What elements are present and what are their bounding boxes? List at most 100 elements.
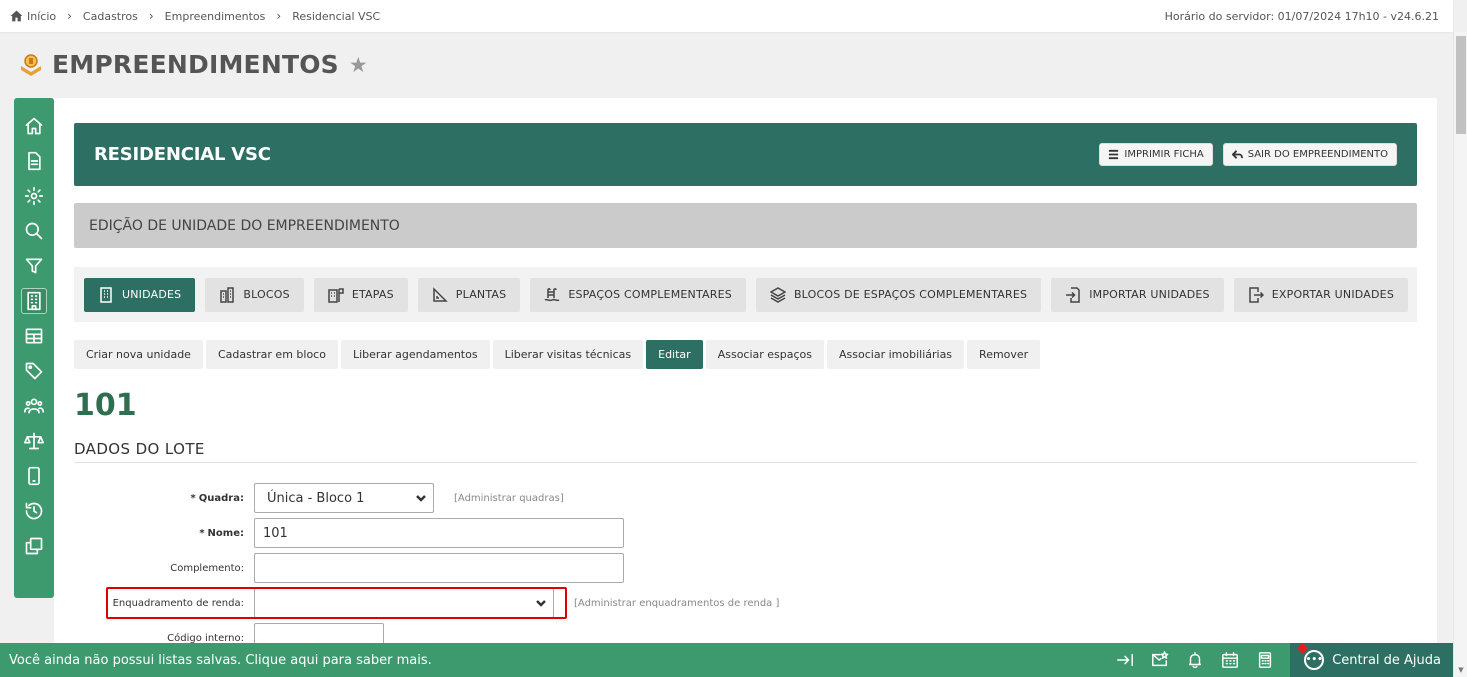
associate-spaces-button[interactable]: Associar espaços <box>705 340 825 369</box>
remove-button[interactable]: Remover <box>967 340 1041 369</box>
breadcrumb-item-current: Residencial VSC <box>292 9 381 23</box>
sidebar-item-legal[interactable] <box>14 423 54 458</box>
settings-icon <box>24 186 44 205</box>
sidebar-item-history[interactable] <box>14 493 54 528</box>
tab-unidades[interactable]: UNIDADES <box>84 277 196 312</box>
calendar-button[interactable] <box>1212 643 1247 677</box>
stages-icon <box>328 287 344 303</box>
form-row-quadra: * Quadra: Única - Bloco 1 [Administrar qu… <box>54 483 564 513</box>
breadcrumb-home[interactable]: Início <box>10 10 56 23</box>
chevron-down-icon <box>416 495 426 502</box>
release-schedules-button[interactable]: Liberar agendamentos <box>340 340 490 369</box>
blocks-icon <box>220 286 235 303</box>
breadcrumb: Início › Cadastros › Empreendimentos › R… <box>10 9 380 23</box>
create-unit-button[interactable]: Criar nova unidade <box>74 340 203 369</box>
form-row-complemento: Complemento: <box>54 553 624 583</box>
unit-number: 101 <box>74 388 137 423</box>
admin-quadras-link[interactable]: [Administrar quadras] <box>454 493 564 504</box>
document-icon <box>28 151 41 170</box>
layers-icon <box>769 286 786 303</box>
home-icon <box>25 117 43 134</box>
help-center-label: Central de Ajuda <box>1332 652 1441 668</box>
search-icon <box>25 222 43 239</box>
chevron-right-icon: › <box>67 9 72 23</box>
sidebar-item-users[interactable] <box>14 388 54 423</box>
vertical-scrollbar[interactable]: ▲ ▼ <box>1453 32 1467 677</box>
tab-label: IMPORTAR UNIDADES <box>1089 288 1210 301</box>
scroll-thumb[interactable] <box>1456 36 1466 134</box>
complemento-input[interactable] <box>254 553 624 583</box>
mail-star-icon <box>1151 651 1169 667</box>
exit-enterprise-button[interactable]: SAIR DO EMPREENDIMENTO <box>1222 143 1397 166</box>
nome-label: * Nome: <box>54 528 254 539</box>
server-time: Horário do servidor: 01/07/2024 17h10 - … <box>1164 9 1439 23</box>
notifications-button[interactable] <box>1177 643 1212 677</box>
saved-lists-message[interactable]: Você ainda não possui listas salvas. Cli… <box>0 653 432 668</box>
unit-actions: Criar nova unidade Cadastrar em bloco Li… <box>74 340 1041 369</box>
users-icon <box>24 398 44 413</box>
release-technical-visits-button[interactable]: Liberar visitas técnicas <box>492 340 644 369</box>
exit-enterprise-label: SAIR DO EMPREENDIMENTO <box>1247 149 1388 160</box>
chat-help-icon: ••• <box>1304 650 1325 670</box>
mail-star-button[interactable] <box>1142 643 1177 677</box>
tab-label: EXPORTAR UNIDADES <box>1271 288 1395 301</box>
tab-label: PLANTAS <box>455 288 507 301</box>
breadcrumb-item-cadastros[interactable]: Cadastros <box>83 10 138 23</box>
quadra-select[interactable]: Única - Bloco 1 <box>254 483 434 513</box>
exit-arrow-icon <box>1116 653 1133 667</box>
bell-icon <box>1188 652 1201 669</box>
copy-icon <box>25 537 43 554</box>
bulk-register-button[interactable]: Cadastrar em bloco <box>205 340 338 369</box>
notification-dot <box>1298 644 1308 653</box>
sidebar-item-search[interactable] <box>14 213 54 248</box>
sidebar-item-documents[interactable] <box>14 143 54 178</box>
sidebar-item-settings[interactable] <box>14 178 54 213</box>
calculator-icon <box>1258 652 1271 668</box>
table-icon <box>25 328 43 343</box>
calendar-icon <box>1221 652 1238 668</box>
chevron-right-icon: › <box>276 9 282 23</box>
mobile-icon <box>28 466 40 485</box>
history-icon <box>25 502 43 519</box>
filter-icon <box>25 258 43 273</box>
page-header: EMPREENDIMENTOS ★ <box>18 50 368 79</box>
sidebar-item-table[interactable] <box>14 318 54 353</box>
top-bar: Início › Cadastros › Empreendimentos › R… <box>0 0 1453 32</box>
sidebar-item-home[interactable] <box>14 108 54 143</box>
sidebar-item-buildings[interactable] <box>14 283 54 318</box>
tab-exportar-unidades[interactable]: EXPORTAR UNIDADES <box>1233 277 1409 312</box>
sidebar-item-mobile[interactable] <box>14 458 54 493</box>
help-center-button[interactable]: ••• Central de Ajuda <box>1290 643 1453 677</box>
favorite-star-icon[interactable]: ★ <box>349 53 368 77</box>
quadra-label-text: Quadra: <box>198 492 244 504</box>
calculator-button[interactable] <box>1247 643 1282 677</box>
list-icon <box>1109 149 1119 160</box>
bottom-toolbar: ••• Central de Ajuda <box>1107 643 1453 677</box>
tab-blocos[interactable]: BLOCOS <box>205 277 304 312</box>
tab-espacos-complementares[interactable]: ESPAÇOS COMPLEMENTARES <box>530 277 746 312</box>
export-icon <box>1248 286 1264 303</box>
admin-enquadramentos-link[interactable]: [Administrar enquadramentos de renda ] <box>574 598 779 609</box>
reply-icon <box>1231 150 1243 159</box>
main-panel: RESIDENCIAL VSC IMPRIMIR FICHA SAIR DO E… <box>54 98 1437 677</box>
associate-agencies-button[interactable]: Associar imobiliárias <box>827 340 965 369</box>
print-sheet-button[interactable]: IMPRIMIR FICHA <box>1099 143 1213 166</box>
tab-importar-unidades[interactable]: IMPORTAR UNIDADES <box>1051 277 1224 312</box>
exit-arrow-button[interactable] <box>1107 643 1142 677</box>
tab-label: BLOCOS <box>243 288 290 301</box>
breadcrumb-item-inicio[interactable]: Início <box>27 10 56 23</box>
enterprise-actions: IMPRIMIR FICHA SAIR DO EMPREENDIMENTO <box>1099 143 1397 166</box>
scroll-down-icon[interactable]: ▼ <box>1454 663 1467 677</box>
tag-icon <box>25 362 43 379</box>
sidebar-item-tags[interactable] <box>14 353 54 388</box>
nome-input[interactable]: 101 <box>254 518 624 548</box>
sidebar-item-copy[interactable] <box>14 528 54 563</box>
tab-blocos-espacos-complementares[interactable]: BLOCOS DE ESPAÇOS COMPLEMENTARES <box>755 277 1042 312</box>
tab-etapas[interactable]: ETAPAS <box>313 277 408 312</box>
breadcrumb-item-empreendimentos[interactable]: Empreendimentos <box>165 10 266 23</box>
import-icon <box>1066 286 1080 303</box>
edit-button[interactable]: Editar <box>646 340 703 369</box>
tab-plantas[interactable]: PLANTAS <box>417 277 521 312</box>
sidebar-item-filter[interactable] <box>14 248 54 283</box>
enterprise-name: RESIDENCIAL VSC <box>94 144 271 165</box>
